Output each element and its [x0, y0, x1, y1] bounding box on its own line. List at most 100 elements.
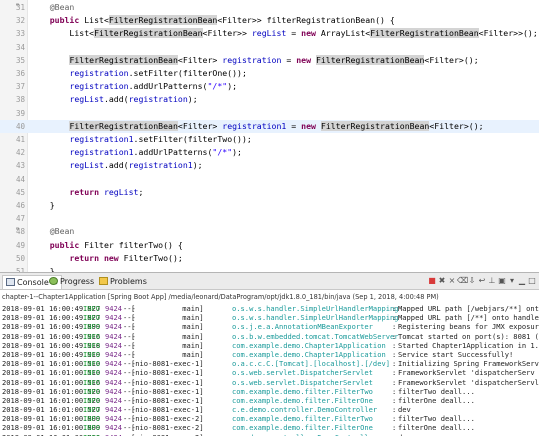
log-pid: 9424: [105, 423, 123, 433]
code-line[interactable]: 32 public List<FilterRegistrationBean<Fi…: [0, 14, 539, 27]
code-line[interactable]: 51 }: [0, 265, 539, 272]
code-token: registration1: [128, 160, 193, 171]
code-line[interactable]: 41 registration1.setFilter(filterTwo());: [0, 133, 539, 146]
log-message: dev: [398, 433, 411, 436]
code-text: regList.add(registration);: [30, 93, 197, 106]
code-line[interactable]: 50 return new FilterTwo();: [0, 252, 539, 265]
maximize-icon[interactable]: □: [527, 276, 537, 285]
fold-toggle-icon[interactable]: ⊖: [16, 0, 19, 12]
code-text: @Bean: [30, 1, 75, 14]
code-line[interactable]: 39: [0, 107, 539, 120]
remove-all-icon[interactable]: ⨯: [447, 276, 457, 285]
log-pid: 9424: [105, 386, 123, 396]
code-token: =: [286, 28, 302, 39]
code-token: .add(: [103, 160, 129, 171]
log-thread: [ main]: [131, 304, 204, 313]
log-thread: [nio-8081-exec-2]: [131, 433, 204, 436]
code-line[interactable]: 37 registration.addUrlPatterns("/*");: [0, 80, 539, 93]
code-line[interactable]: 33 List<FilterRegistrationBean<Filter>> …: [0, 27, 539, 40]
code-line[interactable]: 34: [0, 41, 539, 54]
code-line[interactable]: 31 ⊖ @Bean: [0, 1, 539, 14]
code-line[interactable]: 43 regList.add(registration1);: [0, 159, 539, 172]
code-editor[interactable]: 31 ⊖ @Bean 32 public List<FilterRegistrati…: [0, 0, 539, 272]
code-line[interactable]: 46 }: [0, 199, 539, 212]
code-token: @Bean: [49, 226, 75, 237]
log-separator: :: [392, 414, 397, 424]
log-row[interactable]: 2018-09-01 16:00:49.899 INFO 9424[ main] o.…: [0, 322, 539, 331]
code-token: FilterRegistrationBean: [94, 28, 203, 39]
log-row[interactable]: 2018-09-01 16:00:49.919 INFO 9424[ main] co…: [0, 350, 539, 359]
log-separator: :: [392, 377, 397, 387]
log-row[interactable]: 2018-09-01 16:01:00.527 INFO 9424 [nio-8081…: [0, 405, 539, 414]
code-line[interactable]: 38 regList.add(registration);: [0, 93, 539, 106]
problems-icon: [99, 277, 108, 285]
log-logger: o.s.w.s.handler.SimpleUrlHandlerMapping: [232, 304, 399, 313]
code-line[interactable]: 35 FilterRegistrationBean<Filter> regist…: [0, 54, 539, 67]
code-line[interactable]: 36 registration.setFilter(filterOne());: [0, 67, 539, 80]
log-separator: ---: [123, 423, 136, 433]
log-row[interactable]: 2018-09-01 16:00:49.827 INFO 9424[ main] o.…: [0, 304, 539, 313]
log-row[interactable]: 2018-09-01 16:00:49.916 INFO 9424[ main] o.…: [0, 332, 539, 341]
code-token: public: [49, 15, 80, 26]
line-number: 41: [15, 135, 25, 144]
console-output[interactable]: 2018-09-01 16:00:49.827 INFO 9424[ main] o.…: [0, 304, 539, 436]
open-console-icon[interactable]: ▾: [507, 276, 517, 285]
line-number: 37: [15, 82, 25, 92]
code-line[interactable]: 48 ⊖ @Bean: [0, 225, 539, 238]
log-row[interactable]: 2018-09-01 16:01:00.520 INFO 9424 [nio-8081…: [0, 396, 539, 405]
log-thread: [ main]: [131, 322, 204, 332]
log-row[interactable]: 2018-09-01 16:01:00.510 INFO 9424 [nio-8081…: [0, 359, 539, 368]
remove-launch-icon[interactable]: ✖: [437, 276, 447, 285]
terminate-icon[interactable]: ■: [427, 276, 437, 285]
log-row[interactable]: 2018-09-01 16:00:49.827 INFO 9424[ main] o.…: [0, 313, 539, 322]
log-logger: com.example.demo.Chapter1Application: [232, 340, 386, 350]
code-line[interactable]: 45 return regList;: [0, 186, 539, 199]
code-text: List<FilterRegistrationBean<Filter>> reg…: [30, 27, 538, 40]
log-row[interactable]: 2018-09-01 16:01:00.510 INFO 9424 [nio-8081…: [0, 368, 539, 377]
log-row[interactable]: 2018-09-01 16:01:00.516 INFO 9424 [nio-8081…: [0, 378, 539, 387]
minimize-icon[interactable]: ▁: [517, 276, 527, 285]
code-line[interactable]: 42 registration1.addUrlPatterns("/*");: [0, 146, 539, 159]
scroll-lock-icon[interactable]: ⇩: [467, 276, 477, 285]
log-row[interactable]: 2018-09-01 16:01:00.810INFO9424[nio-8081…: [0, 433, 539, 436]
code-token: <Filter>>: [202, 28, 252, 39]
code-token: registration: [128, 94, 188, 105]
log-thread: [nio-8081-exec-1]: [131, 368, 204, 378]
line-number: 33: [15, 29, 25, 39]
code-token: );: [192, 160, 203, 171]
code-token: new: [103, 252, 119, 263]
code-token: <Filter>> filterRegistrationBean() {: [217, 15, 395, 26]
log-pid: 9424: [105, 349, 123, 359]
log-message: filterTwo deall...: [398, 414, 475, 424]
pin-console-icon[interactable]: ⊥: [487, 276, 497, 285]
log-row[interactable]: 2018-09-01 16:00:49.918 INFO 9424[ main] co…: [0, 341, 539, 350]
code-line[interactable]: 44: [0, 173, 539, 186]
code-token: .add(: [103, 94, 129, 105]
line-number: 46: [15, 201, 25, 210]
code-line[interactable]: 49 public Filter filterTwo() {: [0, 239, 539, 252]
log-thread: [nio-8081-exec-1]: [131, 405, 204, 415]
line-number: 47: [15, 214, 25, 224]
fold-toggle-icon[interactable]: ⊖: [16, 223, 19, 236]
word-wrap-icon[interactable]: ↩: [477, 276, 487, 285]
tab-problems[interactable]: Problems: [96, 275, 150, 289]
clear-console-icon[interactable]: ⌫: [457, 276, 468, 285]
line-number: 48: [15, 227, 25, 237]
display-selected-icon[interactable]: ▣: [497, 276, 507, 285]
code-token: =: [286, 120, 302, 131]
log-pid: 9424: [105, 313, 123, 323]
log-pid: 9424: [105, 405, 123, 415]
code-line[interactable]: 47: [0, 212, 539, 225]
log-row[interactable]: 2018-09-01 16:01:00.520 INFO 9424 [nio-8081…: [0, 387, 539, 396]
log-row[interactable]: 2018-09-01 16:01:00.809 INFO 9424 [nio-8081…: [0, 423, 539, 432]
log-row[interactable]: 2018-09-01 16:01:00.809 INFO 9424 [nio-8081…: [0, 414, 539, 423]
code-text: }: [30, 199, 55, 212]
code-token: .setFilter(filterTwo());: [133, 134, 252, 144]
code-line[interactable]: 40 FilterRegistrationBean<Filter> regist…: [0, 119, 539, 133]
code-token: .addUrlPatterns(: [133, 147, 213, 158]
code-text: return new FilterTwo();: [30, 252, 182, 265]
tab-progress[interactable]: Progress: [46, 275, 97, 289]
code-text: public List<FilterRegistrationBean<Filte…: [30, 14, 395, 27]
code-token: Filter filterTwo() {: [79, 239, 183, 250]
